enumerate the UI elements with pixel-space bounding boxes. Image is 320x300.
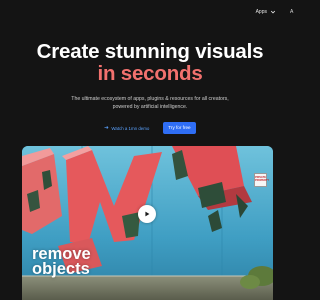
headline-line-2: in seconds	[97, 62, 203, 85]
top-nav: Apps A	[256, 6, 300, 18]
arrow-right-icon	[104, 125, 109, 131]
apps-menu[interactable]: Apps	[256, 9, 276, 15]
video-caption: remove objects	[32, 246, 91, 278]
landing-page: Apps A Create stunning visuals in second…	[0, 0, 300, 300]
caption-line-2: objects	[32, 260, 90, 278]
watch-demo-label: Watch a 1mn demo	[111, 125, 150, 131]
subtitle-line-1: The ultimate ecosystem of apps, plugins …	[71, 96, 229, 102]
headline-line-1: Create stunning visuals	[36, 40, 264, 63]
chevron-down-icon	[270, 9, 276, 15]
hero-subtitle: The ultimate ecosystem of apps, plugins …	[0, 95, 300, 111]
watch-demo-link[interactable]: Watch a 1mn demo	[104, 125, 149, 131]
play-button[interactable]	[138, 205, 156, 223]
sign-line-2: PROPERTY	[255, 179, 270, 183]
apps-menu-label: Apps	[255, 9, 267, 15]
cta-row: Watch a 1mn demo Try for free	[0, 122, 300, 134]
nav-item-partial[interactable]: A	[290, 9, 300, 15]
subtitle-line-2: powered by artificial intelligence.	[112, 104, 188, 110]
demo-video[interactable]: EW PRIVATE PROPERTY remove objects	[22, 146, 273, 300]
try-for-free-button[interactable]: Try for free	[163, 122, 196, 134]
private-property-sign: PRIVATE PROPERTY	[254, 173, 270, 187]
play-icon	[145, 211, 150, 217]
